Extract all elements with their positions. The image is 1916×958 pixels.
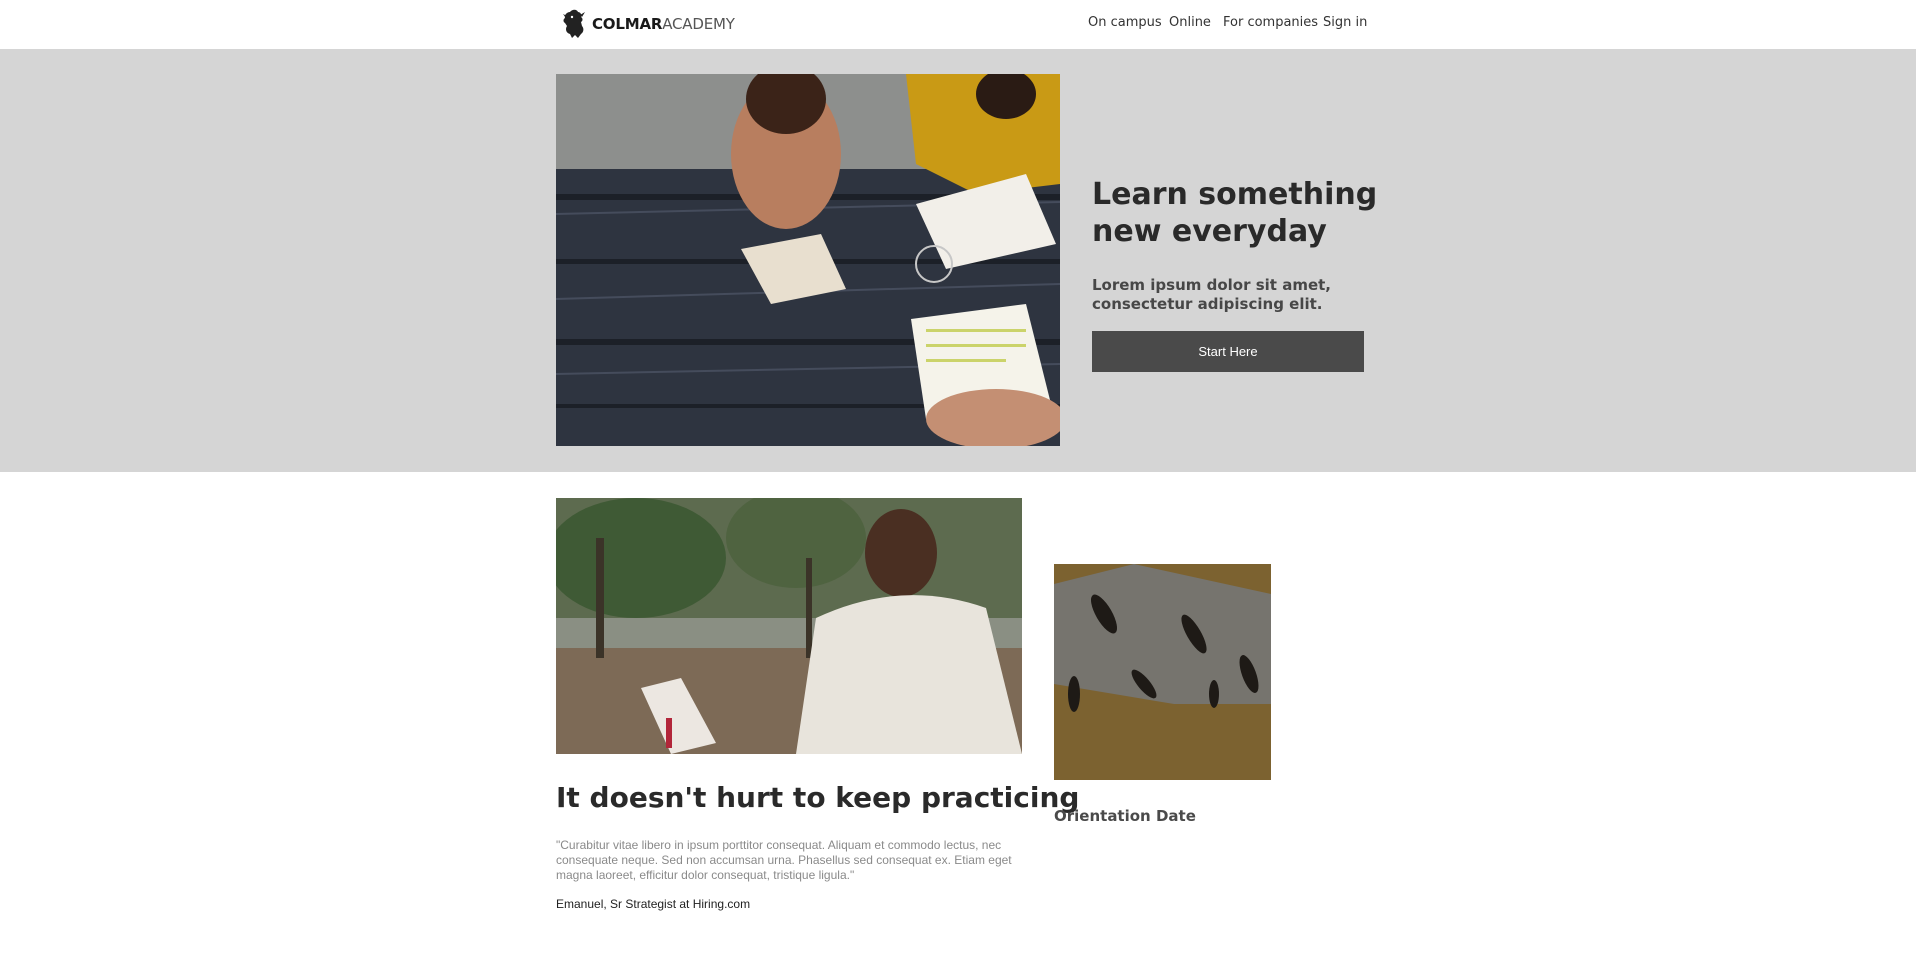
logo-link[interactable]: COLMARACADEMY <box>561 6 735 42</box>
logo-text-light: ACADEMY <box>662 15 735 33</box>
orientation-date-label: Orientation Date <box>1054 807 1196 825</box>
site-header: COLMARACADEMY On campus Online For compa… <box>0 0 1916 49</box>
nav-for-companies[interactable]: For companies <box>1223 15 1318 30</box>
griffin-logo-icon <box>563 9 585 38</box>
practice-title: It doesn't hurt to keep practicing <box>556 781 1080 814</box>
testimonial-quote: "Curabitur vitae libero in ipsum porttit… <box>556 838 1012 882</box>
students-reading-photo <box>556 74 1060 446</box>
nav-sign-in[interactable]: Sign in <box>1323 15 1367 30</box>
nav-on-campus[interactable]: On campus <box>1088 15 1162 30</box>
hero-section: Learn something new everyday Lorem ipsum… <box>0 49 1916 472</box>
nav-online[interactable]: Online <box>1169 15 1211 30</box>
man-reading-photo <box>556 498 1022 754</box>
hero-title: Learn something new everyday <box>1092 177 1378 249</box>
start-here-button[interactable]: Start Here <box>1092 331 1364 372</box>
aerial-walkers-photo <box>1054 564 1271 780</box>
testimonial-attribution: Emanuel, Sr Strategist at Hiring.com <box>556 897 751 911</box>
hero-subtitle: Lorem ipsum dolor sit amet, consectetur … <box>1092 276 1331 313</box>
logo-text-strong: COLMAR <box>592 15 663 33</box>
